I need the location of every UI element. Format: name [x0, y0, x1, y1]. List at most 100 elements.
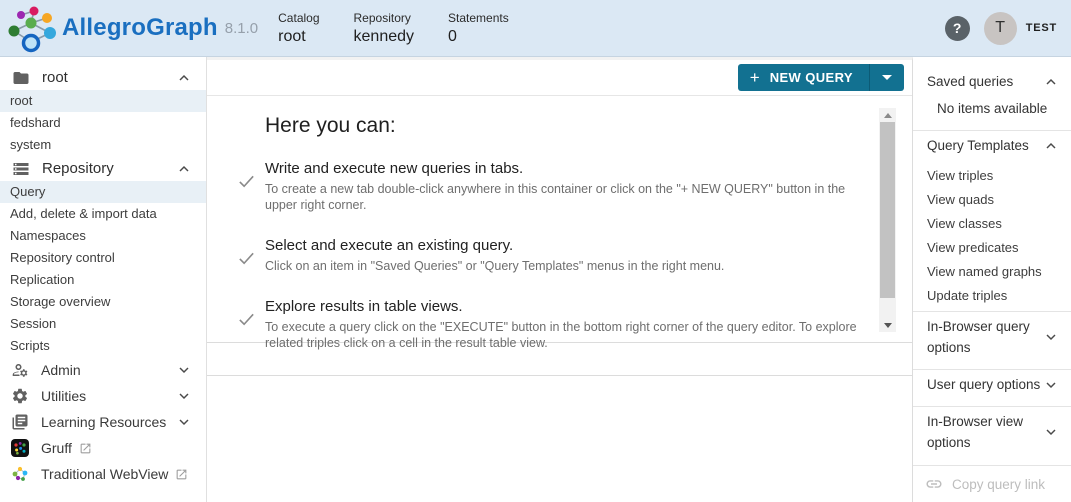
help-item-write-queries: Write and execute new queries in tabs. T… — [237, 160, 912, 213]
sidebar-item-catalog-root[interactable]: root — [0, 90, 206, 112]
sidebar-link-traditional-webview[interactable]: Traditional WebView — [0, 461, 206, 487]
folder-icon — [12, 69, 30, 87]
traditional-webview-icon — [11, 465, 29, 483]
sidebar-item-system[interactable]: system — [0, 134, 206, 156]
chevron-down-icon — [176, 388, 192, 404]
sidebar-item-replication[interactable]: Replication — [0, 269, 206, 291]
sidebar-item-add-delete-import[interactable]: Add, delete & import data — [0, 203, 206, 225]
section-root-label: root — [42, 69, 68, 86]
in-browser-query-options-label: In-Browser query options — [927, 319, 1030, 355]
scrollbar-thumb[interactable] — [880, 122, 895, 298]
top-header: AllegroGraph 8.1.0 Catalog root Reposito… — [0, 0, 1071, 57]
help-item-desc: To create a new tab double-click anywher… — [265, 182, 846, 212]
scroll-down-arrow[interactable] — [879, 318, 896, 332]
group-learning-resources-label: Learning Resources — [41, 414, 167, 430]
saved-queries-header[interactable]: Saved queries — [913, 63, 1071, 99]
new-query-label: NEW QUERY — [769, 70, 853, 85]
copy-query-link-button[interactable]: Copy query link — [913, 465, 1071, 502]
sidebar-section-repository[interactable]: Repository — [0, 156, 206, 181]
help-icon[interactable]: ? — [944, 15, 970, 41]
repo-stats: Catalog root Repository kennedy Statemen… — [278, 11, 509, 46]
query-templates-header[interactable]: Query Templates — [913, 130, 1071, 163]
template-update-triples[interactable]: Update triples — [913, 283, 1071, 307]
help-item-existing-query: Select and execute an existing query. Cl… — [237, 237, 912, 274]
header-right: ? T TEST — [944, 11, 1057, 45]
chevron-down-icon — [176, 362, 192, 378]
allegrograph-webview: AllegroGraph 8.1.0 Catalog root Reposito… — [0, 0, 1071, 502]
check-icon — [237, 237, 265, 274]
sidebar-item-storage-overview[interactable]: Storage overview — [0, 291, 206, 313]
new-query-button[interactable]: + NEW QUERY — [738, 64, 869, 91]
sidebar-item-repository-control[interactable]: Repository control — [0, 247, 206, 269]
user-query-options-label: User query options — [927, 377, 1041, 392]
check-icon — [237, 160, 265, 213]
in-browser-view-options-header[interactable]: In-Browser view options — [913, 406, 1071, 460]
saved-queries-empty-text: No items available — [937, 101, 1048, 116]
group-admin-label: Admin — [41, 362, 81, 378]
welcome-heading: Here you can: — [265, 114, 396, 137]
stat-repository: Repository kennedy — [354, 11, 415, 46]
help-item-explore-results: Explore results in table views. To execu… — [237, 298, 912, 351]
chevron-up-icon — [176, 161, 192, 177]
sidebar-item-namespaces[interactable]: Namespaces — [0, 225, 206, 247]
in-browser-query-options-header[interactable]: In-Browser query options — [913, 311, 1071, 365]
sidebar-item-scripts[interactable]: Scripts — [0, 335, 206, 357]
version-label: 8.1.0 — [224, 19, 259, 37]
chevron-down-icon — [1043, 377, 1059, 393]
template-view-quads[interactable]: View quads — [913, 187, 1071, 211]
plus-icon: + — [749, 68, 760, 87]
catalog-label: Catalog — [278, 10, 320, 25]
sidebar-link-gruff[interactable]: Gruff — [0, 435, 206, 461]
copy-query-link-label: Copy query link — [952, 476, 1046, 492]
group-utilities-label: Utilities — [41, 388, 87, 404]
sidebar-item-session[interactable]: Session — [0, 313, 206, 335]
external-link-icon — [79, 442, 92, 455]
statements-label: Statements — [448, 10, 509, 25]
template-view-classes[interactable]: View classes — [913, 211, 1071, 235]
user-avatar[interactable]: T — [983, 11, 1017, 45]
catalog-value[interactable]: root — [278, 28, 319, 46]
user-query-options-header[interactable]: User query options — [913, 369, 1071, 402]
query-templates-label: Query Templates — [927, 138, 1029, 153]
storage-icon — [12, 160, 30, 178]
stat-catalog: Catalog root — [278, 11, 319, 46]
chevron-down-icon — [1043, 329, 1059, 345]
section-repository-label: Repository — [42, 160, 114, 177]
chevron-up-icon — [176, 70, 192, 86]
in-browser-view-options-label: In-Browser view options — [927, 414, 1024, 450]
sidebar-item-query[interactable]: Query — [0, 181, 206, 203]
chevron-down-icon — [176, 414, 192, 430]
sidebar-group-admin[interactable]: Admin — [0, 357, 206, 383]
template-view-predicates[interactable]: View predicates — [913, 235, 1071, 259]
left-sidebar: root root fedshard system Repository Que… — [0, 57, 207, 502]
gear-icon — [11, 387, 29, 405]
help-item-desc: Click on an item in "Saved Queries" or "… — [265, 259, 725, 273]
help-item-title: Explore results in table views. — [265, 298, 463, 315]
vertical-scrollbar[interactable] — [879, 108, 896, 332]
welcome-panel[interactable]: Here you can: Write and execute new quer… — [207, 96, 912, 350]
user-name: TEST — [1025, 22, 1057, 34]
chevron-down-icon — [1043, 424, 1059, 440]
template-view-triples[interactable]: View triples — [913, 163, 1071, 187]
link-gruff-label: Gruff — [41, 440, 72, 456]
stat-statements: Statements 0 — [448, 11, 509, 46]
gruff-icon — [11, 439, 29, 457]
sidebar-group-learning-resources[interactable]: Learning Resources — [0, 409, 206, 435]
scroll-up-arrow[interactable] — [879, 108, 896, 122]
right-sidebar: Saved queries No items available Query T… — [913, 57, 1071, 502]
new-query-split-button: + NEW QUERY — [737, 64, 904, 91]
caret-down-icon — [882, 75, 892, 80]
check-icon — [237, 298, 265, 351]
repository-label: Repository — [353, 10, 411, 25]
sidebar-section-root[interactable]: root — [0, 65, 206, 90]
admin-user-gear-icon — [11, 361, 29, 379]
statements-value: 0 — [448, 27, 457, 45]
sidebar-item-fedshard[interactable]: fedshard — [0, 112, 206, 134]
query-toolbar: + NEW QUERY — [207, 60, 912, 96]
help-item-title: Select and execute an existing query. — [265, 237, 514, 254]
template-view-named-graphs[interactable]: View named graphs — [913, 259, 1071, 283]
repository-value[interactable]: kennedy — [354, 28, 415, 46]
sidebar-group-utilities[interactable]: Utilities — [0, 383, 206, 409]
help-item-title: Write and execute new queries in tabs. — [265, 160, 524, 177]
new-query-dropdown-button[interactable] — [870, 64, 904, 91]
